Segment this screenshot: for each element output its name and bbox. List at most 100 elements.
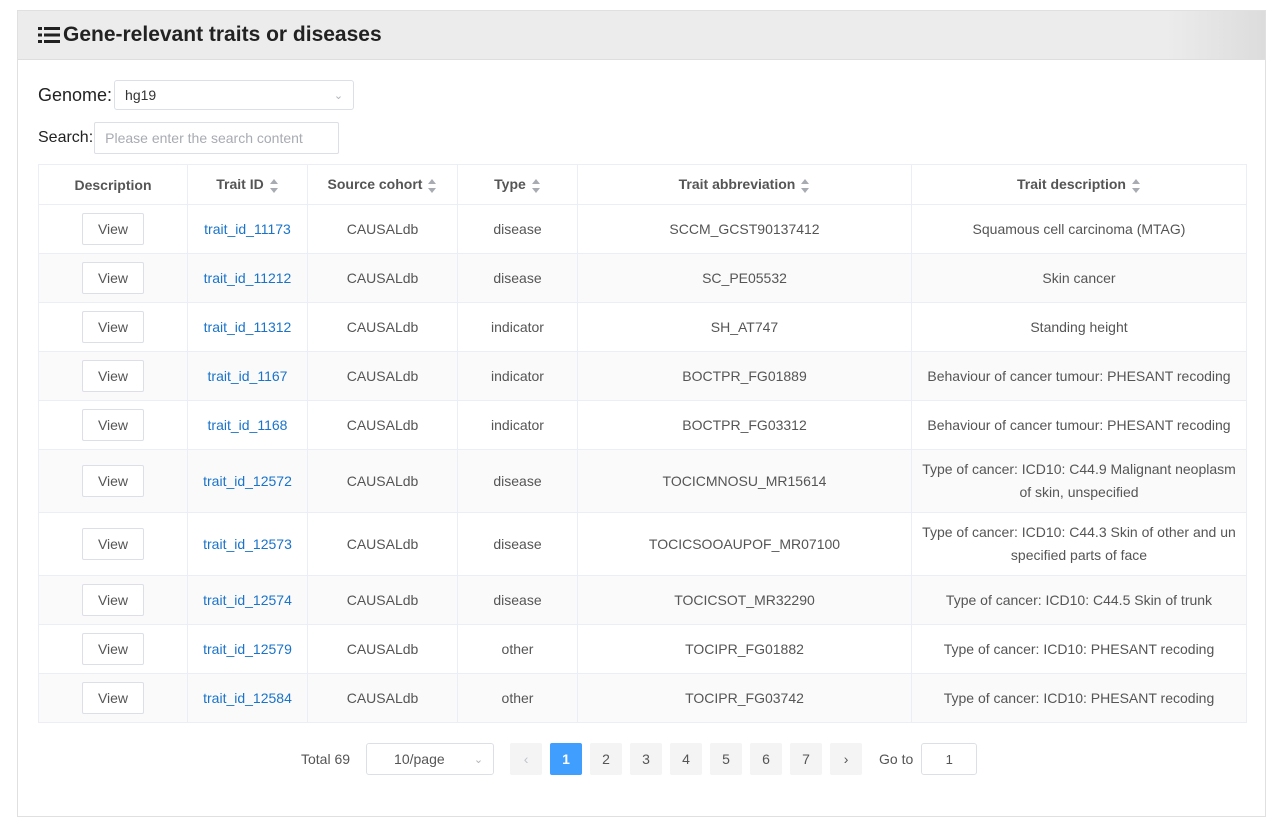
trait-description-cell: Type of cancer: ICD10: C44.5 Skin of tru… [911,575,1247,625]
trait-abbreviation-cell: TOCICMNOSU_MR15614 [577,449,912,513]
table-header-row: Description Trait ID Source cohort Type … [38,164,1247,205]
source-cohort-cell: CAUSALdb [307,253,458,303]
column-header-trait-description[interactable]: Trait description [911,164,1247,205]
trait-abbreviation-cell: BOCTPR_FG03312 [577,400,912,450]
type-cell: disease [457,575,578,625]
trait-id-link[interactable]: trait_id_12574 [203,592,292,608]
view-button[interactable]: View [82,360,144,392]
trait-abbreviation-cell: TOCICSOT_MR32290 [577,575,912,625]
sort-caret-icon[interactable] [428,178,437,193]
page-button-5[interactable]: 5 [710,743,743,775]
view-button[interactable]: View [82,213,144,245]
pagination: Total 69 10/page ⌄ ‹ 1 2 3 4 5 6 7 › Go … [301,743,978,775]
panel-header: Gene-relevant traits or diseases [18,11,1265,60]
trait-id-link[interactable]: trait_id_1167 [208,368,288,384]
goto-label: Go to [879,751,914,767]
type-cell: disease [457,512,578,576]
trait-description-cell: Squamous cell carcinoma (MTAG) [911,204,1247,254]
source-cohort-cell: CAUSALdb [307,400,458,450]
source-cohort-cell: CAUSALdb [307,512,458,576]
description-cell: View [38,512,188,576]
description-cell: View [38,400,188,450]
view-button[interactable]: View [82,262,144,294]
trait-abbreviation-cell: BOCTPR_FG01889 [577,351,912,401]
goto-page-input[interactable] [921,743,978,775]
view-button[interactable]: View [82,311,144,343]
trait-id-link[interactable]: trait_id_1168 [208,417,288,433]
trait-description-cell: Behaviour of cancer tumour: PHESANT reco… [911,400,1247,450]
trait-id-link[interactable]: trait_id_11212 [204,270,292,286]
view-button[interactable]: View [82,528,144,560]
table-row: View trait_id_11312 CAUSALdb indicator S… [38,302,1247,352]
page-button-3[interactable]: 3 [630,743,663,775]
sort-caret-icon[interactable] [801,178,810,193]
view-button[interactable]: View [82,584,144,616]
table-row: View trait_id_12573 CAUSALdb disease TOC… [38,512,1247,576]
trait-id-link[interactable]: trait_id_12573 [203,536,292,552]
type-cell: indicator [457,351,578,401]
type-cell: disease [457,253,578,303]
column-header-source-cohort[interactable]: Source cohort [307,164,458,205]
table-row: View trait_id_1167 CAUSALdb indicator BO… [38,351,1247,401]
description-cell: View [38,204,188,254]
trait-id-link[interactable]: trait_id_11312 [204,319,292,335]
prev-page-button[interactable]: ‹ [510,743,543,775]
trait-description-cell: Standing height [911,302,1247,352]
trait-id-cell: trait_id_11312 [187,302,308,352]
column-header-type[interactable]: Type [457,164,578,205]
traits-table: Description Trait ID Source cohort Type … [38,164,1247,723]
source-cohort-cell: CAUSALdb [307,204,458,254]
sort-caret-icon[interactable] [1131,178,1141,193]
column-header-trait-abbreviation[interactable]: Trait abbreviation [577,164,912,205]
trait-abbreviation-cell: SH_AT747 [577,302,912,352]
trait-id-link[interactable]: trait_id_12584 [203,690,292,706]
trait-abbreviation-cell: SCCM_GCST90137412 [577,204,912,254]
trait-id-cell: trait_id_1168 [187,400,308,450]
trait-id-cell: trait_id_12572 [187,449,308,513]
trait-id-link[interactable]: trait_id_12572 [203,473,292,489]
description-cell: View [38,253,188,303]
trait-abbreviation-cell: TOCIPR_FG01882 [577,624,912,674]
gene-traits-panel: Gene-relevant traits or diseases Genome:… [17,10,1266,817]
trait-description-cell: Behaviour of cancer tumour: PHESANT reco… [911,351,1247,401]
genome-row: Genome: hg19 ⌄ [38,80,355,110]
type-cell: other [457,673,578,723]
search-input[interactable] [94,122,340,154]
view-button[interactable]: View [82,409,144,441]
table-row: View trait_id_12574 CAUSALdb disease TOC… [38,575,1247,625]
table-row: View trait_id_11212 CAUSALdb disease SC_… [38,253,1247,303]
genome-select[interactable]: hg19 ⌄ [114,80,355,110]
source-cohort-cell: CAUSALdb [307,351,458,401]
table-row: View trait_id_1168 CAUSALdb indicator BO… [38,400,1247,450]
trait-description-cell: Type of cancer: ICD10: PHESANT recoding [911,673,1247,723]
page-button-6[interactable]: 6 [750,743,783,775]
sort-caret-icon[interactable] [269,178,279,193]
description-cell: View [38,351,188,401]
sort-caret-icon[interactable] [531,178,541,193]
trait-id-cell: trait_id_12584 [187,673,308,723]
chevron-down-icon: ⌄ [473,753,484,766]
page-button-7[interactable]: 7 [790,743,823,775]
source-cohort-cell: CAUSALdb [307,575,458,625]
type-cell: other [457,624,578,674]
next-page-button[interactable]: › [830,743,863,775]
view-button[interactable]: View [82,465,144,497]
view-button[interactable]: View [82,682,144,714]
page-button-4[interactable]: 4 [670,743,703,775]
trait-id-link[interactable]: trait_id_11173 [204,221,291,237]
search-row: Search: [38,122,340,154]
trait-description-cell: Skin cancer [911,253,1247,303]
trait-id-link[interactable]: trait_id_12579 [203,641,292,657]
column-header-trait-id[interactable]: Trait ID [187,164,308,205]
page-size-value: 10/page [394,751,445,767]
trait-id-cell: trait_id_11212 [187,253,308,303]
table-row: View trait_id_11173 CAUSALdb disease SCC… [38,204,1247,254]
page-size-select[interactable]: 10/page ⌄ [366,743,495,775]
type-cell: disease [457,204,578,254]
page-button-2[interactable]: 2 [590,743,623,775]
page-button-1[interactable]: 1 [550,743,583,775]
genome-label: Genome: [38,84,113,105]
type-cell: indicator [457,302,578,352]
view-button[interactable]: View [82,633,144,665]
source-cohort-cell: CAUSALdb [307,302,458,352]
